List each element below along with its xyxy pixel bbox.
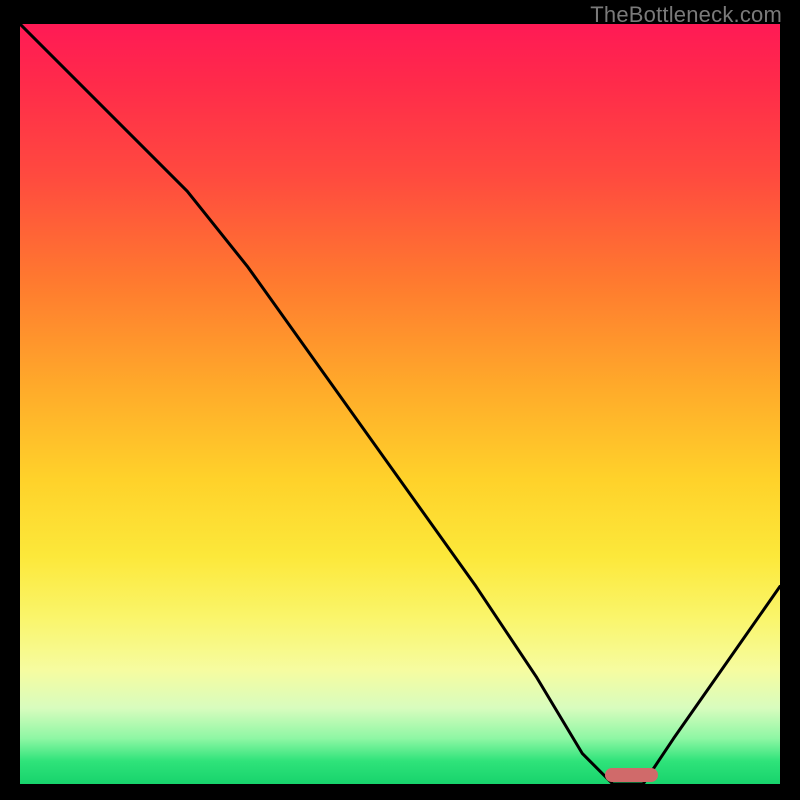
plot-area [20,24,780,784]
chart-stage: TheBottleneck.com [0,0,800,800]
line-series [20,24,780,784]
optimum-marker [605,768,658,782]
